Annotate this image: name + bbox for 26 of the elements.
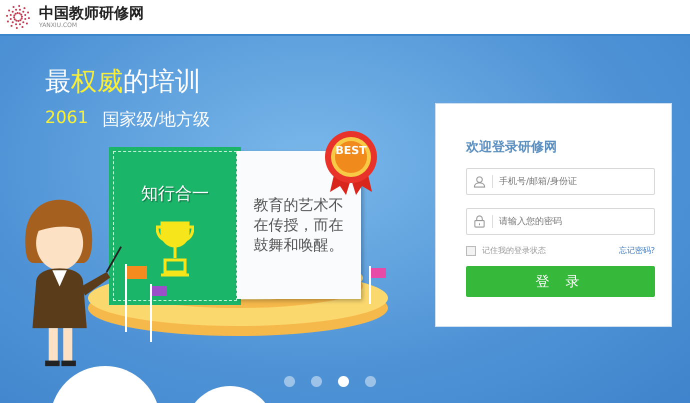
login-title: 欢迎登录研修网 — [466, 138, 558, 156]
card-title: 知行合一 — [141, 183, 209, 205]
ribbon-badge-icon — [322, 130, 380, 196]
quote-text: 教育的艺术不在传授，而在鼓舞和唤醒。 — [253, 194, 344, 256]
trophy-icon — [156, 219, 194, 279]
password-field[interactable]: 请输入您的密码 — [466, 208, 655, 235]
lock-icon — [473, 215, 493, 228]
carousel-dot[interactable] — [365, 376, 376, 387]
flag-icon — [149, 284, 169, 344]
badge-label: BEST — [334, 144, 368, 157]
carousel-dot[interactable] — [284, 376, 295, 387]
remember-checkbox[interactable] — [466, 246, 476, 256]
flag-icon — [124, 264, 148, 334]
flag-icon — [368, 266, 388, 306]
forgot-password-link[interactable]: 忘记密码? — [618, 245, 655, 256]
username-field[interactable]: 手机号/邮箱/身份证 — [466, 168, 655, 195]
login-button[interactable]: 登 录 — [466, 266, 655, 297]
carousel-dot[interactable] — [311, 376, 322, 387]
banner-headline: 最权威的培训 — [45, 66, 201, 99]
course-count: 2061 — [45, 108, 88, 130]
logo-icon — [5, 4, 31, 30]
site-name: 中国教师研修网 — [39, 6, 144, 20]
user-icon — [473, 175, 493, 188]
course-levels: 国家级/地方级 — [102, 109, 210, 131]
carousel-dot[interactable] — [338, 376, 349, 387]
remember-label: 记住我的登录状态 — [482, 245, 546, 256]
